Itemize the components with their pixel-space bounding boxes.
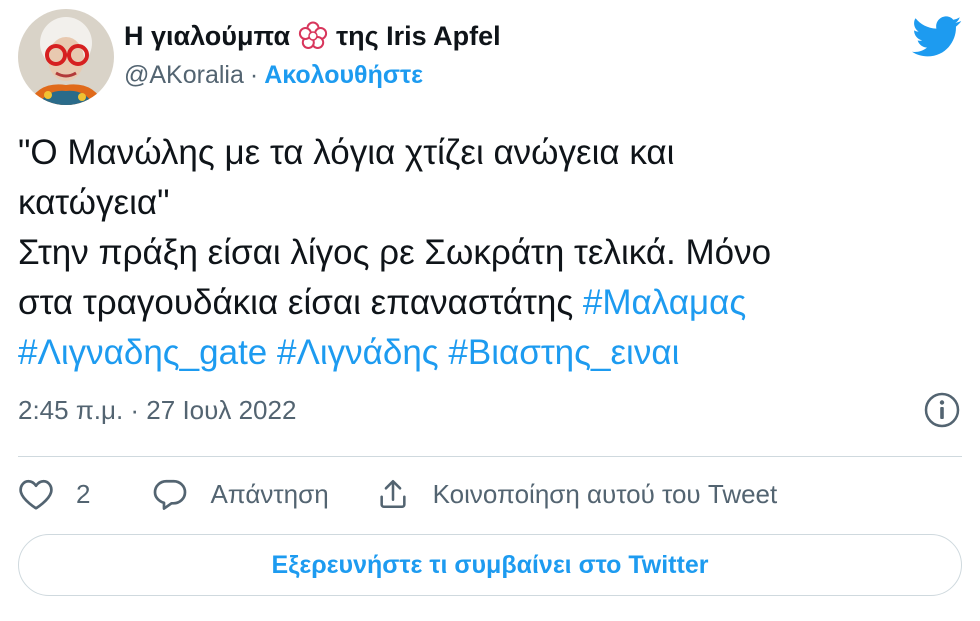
avatar[interactable] [18,9,114,105]
action-bar: 2 Απάντηση Κοινοποίηση αυτού του Tweet [18,472,962,516]
display-name[interactable]: Η γιαλούμπα της Iris Apfel [124,18,501,54]
hashtag-lignadis[interactable]: #Λιγνάδης [277,333,439,372]
display-name-part1: Η γιαλούμπα [124,20,291,51]
share-label: Κοινοποίηση αυτού του Tweet [432,478,778,509]
explore-twitter-button[interactable]: Εξερευνήστε τι συμβαίνει στο Twitter [18,534,962,596]
reply-bubble-icon [154,479,187,510]
timestamp-row: 2:45 π.μ. · 27 Ιουλ 2022 [18,388,962,432]
heart-icon [19,479,53,510]
like-count: 2 [76,478,91,509]
explore-label: Εξερευνήστε τι συμβαίνει στο Twitter [271,550,709,579]
tweet-text: "Ο Μανώλης με τα λόγια χτίζει ανώγεια κα… [18,128,958,378]
follow-link[interactable]: Ακολουθήστε [264,61,423,90]
share-icon [380,479,406,509]
tweet-card: Η γιαλούμπα της Iris Apfel @AKoralia · Α… [0,0,980,621]
tweet-line-2: κατώγεια" [18,183,170,222]
author-names: Η γιαλούμπα της Iris Apfel @AKoralia · Α… [124,18,501,92]
share-button[interactable]: Κοινοποίηση αυτού του Tweet [375,477,778,511]
divider [18,456,962,457]
like-button[interactable]: 2 [18,477,90,511]
tweet-line-3: Στην πράξη είσαι λίγος ρε Σωκράτη τελικά… [18,233,772,272]
separator-dot: · [249,60,259,89]
tweet-header: Η γιαλούμπα της Iris Apfel @AKoralia · Α… [18,8,962,108]
handle-row: @AKoralia · Ακολουθήστε [124,58,501,92]
hashtag-viastis-einai[interactable]: #Βιαστης_ειναι [448,333,679,372]
info-icon[interactable] [922,390,962,430]
flower-icon [298,21,328,51]
timestamp[interactable]: 2:45 π.μ. · 27 Ιουλ 2022 [18,395,296,426]
tweet-line-1: "Ο Μανώλης με τα λόγια χτίζει ανώγεια κα… [18,133,675,172]
tweet-line-4-text: στα τραγουδάκια είσαι επαναστάτης [18,283,583,322]
display-name-part2: της Iris Apfel [336,20,501,51]
twitter-bird-icon[interactable] [912,16,962,58]
tweet-line-4: στα τραγουδάκια είσαι επαναστάτης #Μαλαμ… [18,278,958,328]
handle[interactable]: @AKoralia [124,61,244,90]
reply-label: Απάντηση [210,478,329,509]
hashtag-malamas[interactable]: #Μαλαμας [583,283,746,322]
hashtag-lignadis-gate[interactable]: #Λιγναδης_gate [18,333,267,372]
reply-button[interactable]: Απάντηση [152,477,329,511]
tweet-line-5: #Λιγναδης_gate #Λιγνάδης #Βιαστης_ειναι [18,328,958,378]
